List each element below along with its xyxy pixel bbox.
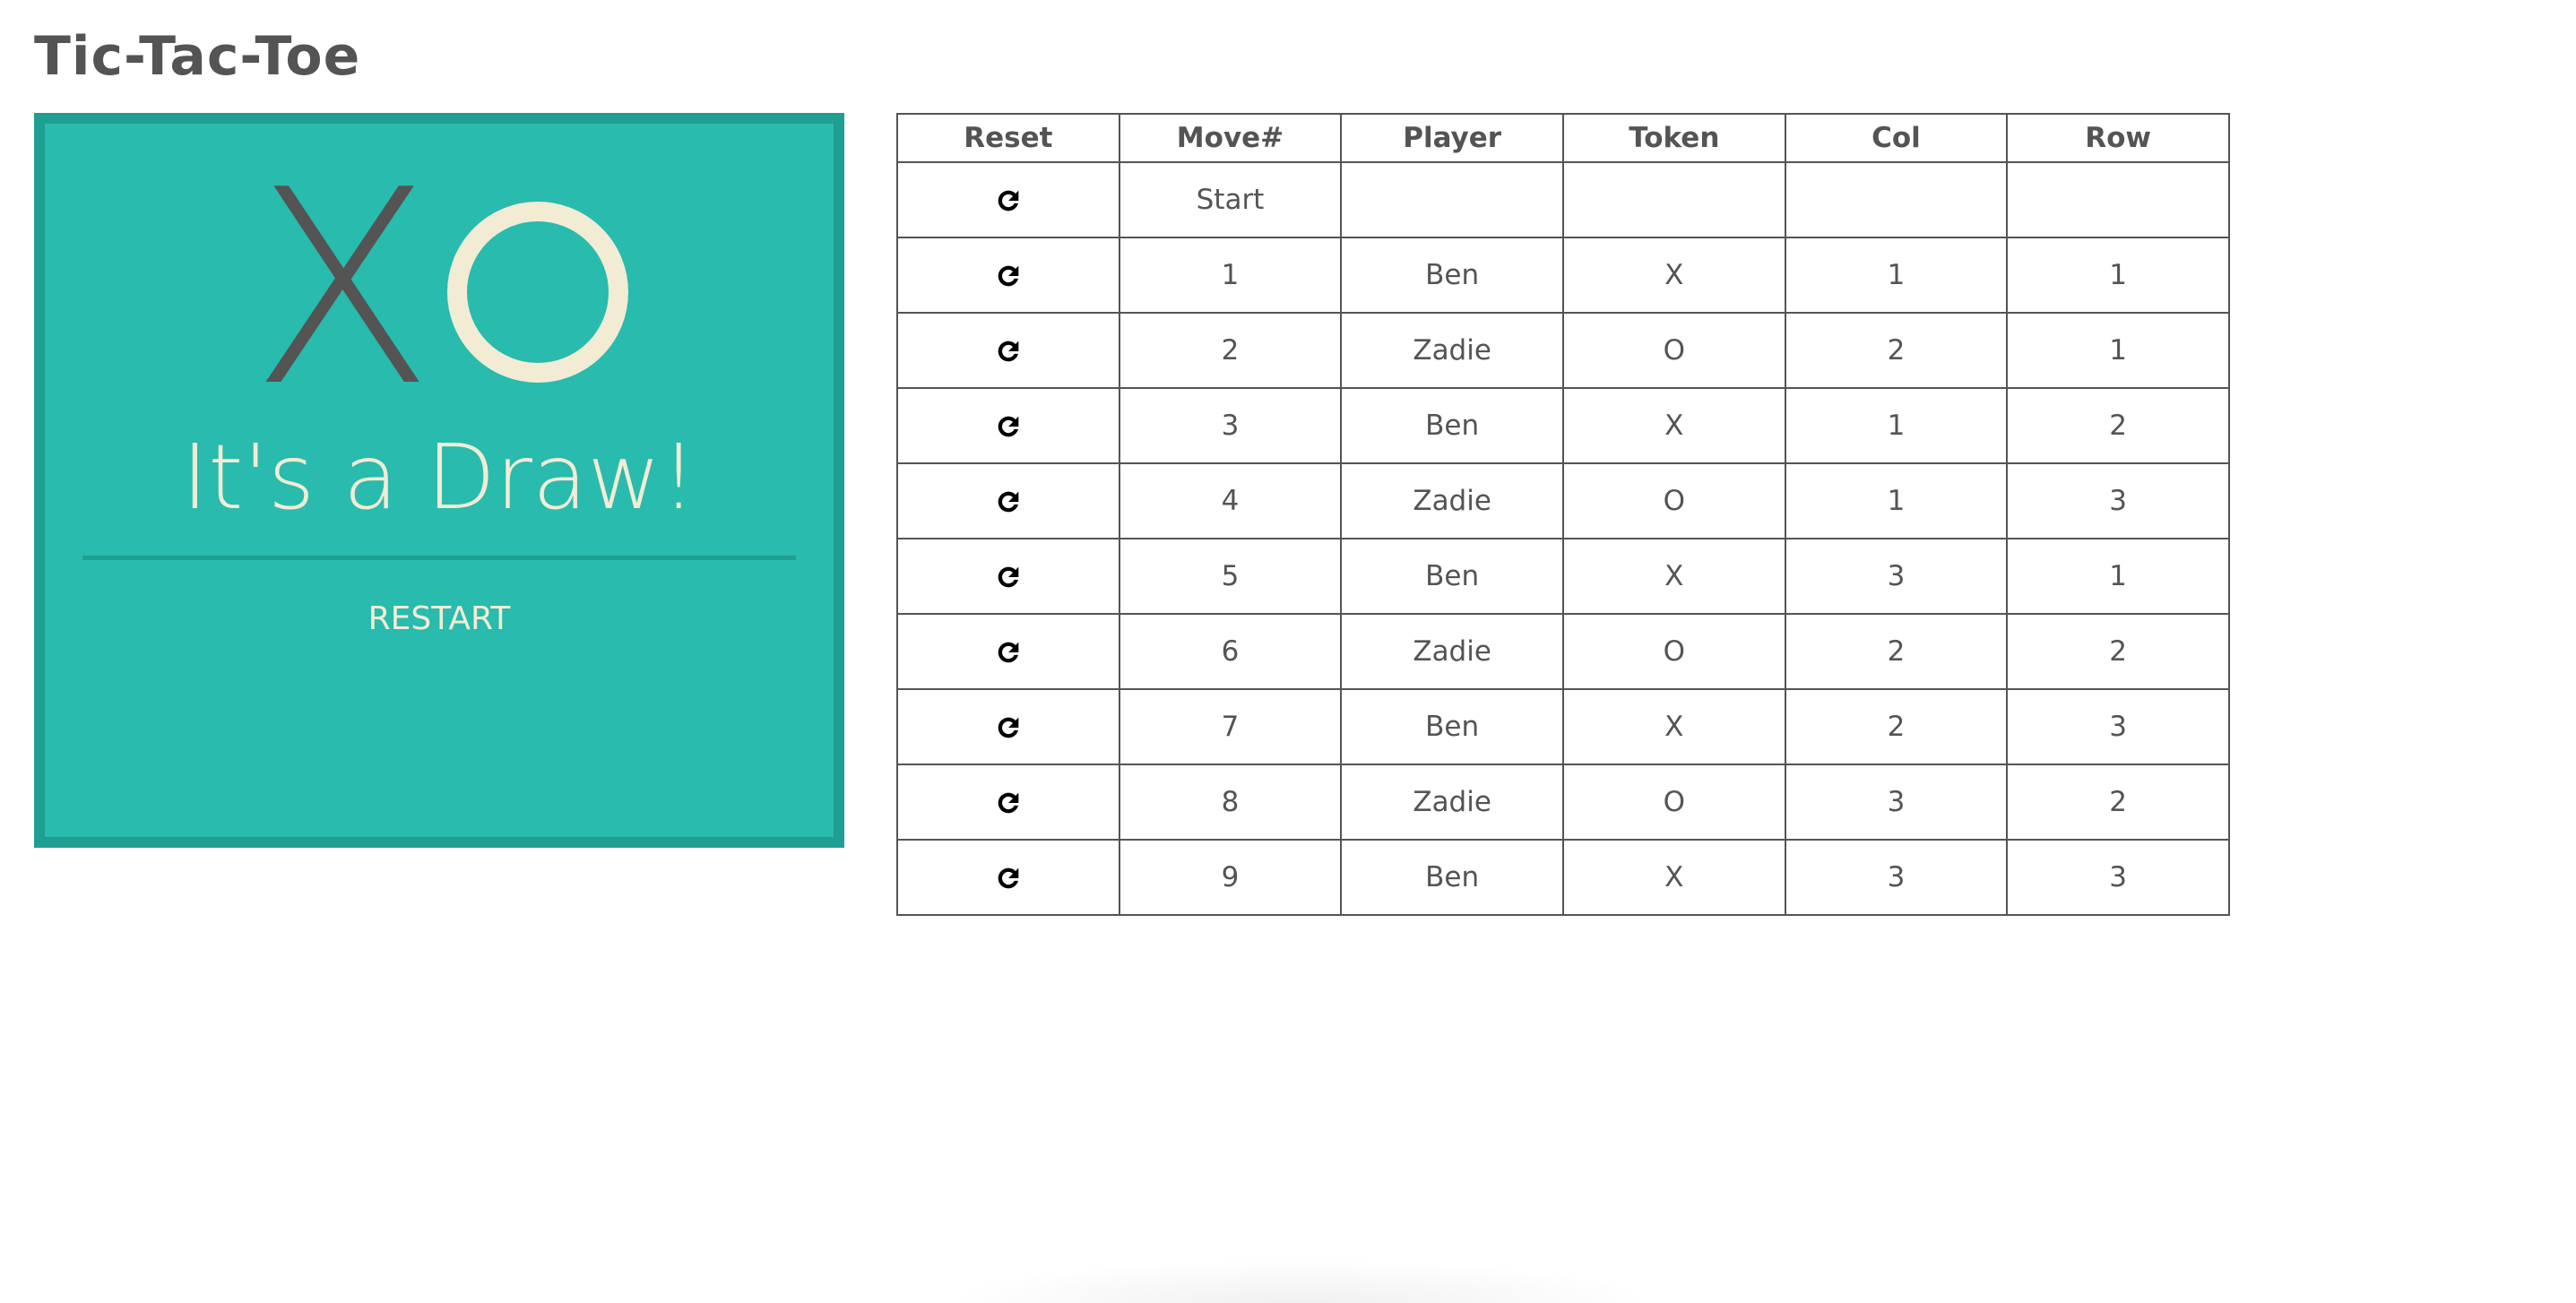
- col-cell: [1784, 161, 2009, 238]
- row-cell: 3: [2006, 462, 2230, 539]
- table-row: 9 Ben X 3 3: [896, 839, 2230, 916]
- token-cell: O: [1561, 462, 1786, 539]
- move-history-table: Reset Move# Player Token Col Row Start 1 B…: [896, 113, 2230, 916]
- table-row: 7 Ben X 2 3: [896, 688, 2230, 765]
- table-row: 5 Ben X 3 1: [896, 538, 2230, 615]
- table-row: 1 Ben X 1 1: [896, 237, 2230, 314]
- reset-cell: [896, 462, 1120, 539]
- token-cell: O: [1561, 613, 1786, 690]
- row-cell: 3: [2006, 688, 2230, 765]
- reset-cell: [896, 538, 1120, 615]
- col-cell: 1: [1784, 387, 2009, 464]
- player-cell: Ben: [1340, 538, 1564, 615]
- col-cell: 2: [1784, 613, 2009, 690]
- row-cell: 2: [2006, 764, 2230, 841]
- token-cell: O: [1561, 312, 1786, 389]
- token-cell: X: [1561, 839, 1786, 916]
- token-cell: O: [1561, 764, 1786, 841]
- redo-icon[interactable]: [993, 788, 1024, 818]
- redo-icon[interactable]: [993, 411, 1024, 442]
- col-cell: 2: [1784, 688, 2009, 765]
- redo-icon[interactable]: [993, 261, 1024, 291]
- header-player: Player: [1340, 113, 1564, 163]
- row-cell: 3: [2006, 839, 2230, 916]
- header-reset: Reset: [896, 113, 1120, 163]
- player-cell: Ben: [1340, 688, 1564, 765]
- player-cell: Zadie: [1340, 613, 1564, 690]
- col-cell: 1: [1784, 462, 2009, 539]
- player-cell: Ben: [1340, 839, 1564, 916]
- page-title: Tic-Tac-Toe: [34, 25, 361, 88]
- reset-cell: [896, 839, 1120, 916]
- row-cell: 1: [2006, 312, 2230, 389]
- x-token: X: [250, 133, 435, 445]
- token-display: X: [45, 133, 834, 445]
- move-cell: 6: [1118, 613, 1343, 690]
- move-cell: 2: [1118, 312, 1343, 389]
- divider: [82, 556, 796, 560]
- move-cell: 8: [1118, 764, 1343, 841]
- o-token: [447, 202, 628, 383]
- row-cell: [2006, 161, 2230, 238]
- redo-icon[interactable]: [993, 562, 1024, 592]
- redo-icon[interactable]: [993, 863, 1024, 893]
- col-cell: 3: [1784, 839, 2009, 916]
- token-cell: X: [1561, 688, 1786, 765]
- col-cell: 2: [1784, 312, 2009, 389]
- move-cell: 5: [1118, 538, 1343, 615]
- result-message: It's a Draw!: [181, 425, 697, 530]
- player-cell: [1340, 161, 1564, 238]
- token-cell: X: [1561, 387, 1786, 464]
- reset-cell: [896, 688, 1120, 765]
- redo-icon[interactable]: [993, 336, 1024, 367]
- row-cell: 2: [2006, 613, 2230, 690]
- redo-icon[interactable]: [993, 186, 1024, 216]
- reset-cell: [896, 613, 1120, 690]
- token-cell: X: [1561, 237, 1786, 314]
- redo-icon[interactable]: [993, 712, 1024, 743]
- col-cell: 3: [1784, 538, 2009, 615]
- player-cell: Zadie: [1340, 764, 1564, 841]
- move-cell: 4: [1118, 462, 1343, 539]
- header-row: Row: [2006, 113, 2230, 163]
- footer-shadow: [941, 1259, 1658, 1303]
- row-cell: 1: [2006, 538, 2230, 615]
- row-cell: 2: [2006, 387, 2230, 464]
- move-cell: 3: [1118, 387, 1343, 464]
- move-cell: 1: [1118, 237, 1343, 314]
- player-cell: Ben: [1340, 237, 1564, 314]
- game-board: X It's a Draw! RESTART: [34, 113, 844, 848]
- col-cell: 1: [1784, 237, 2009, 314]
- table-header-row: Reset Move# Player Token Col Row: [896, 113, 2230, 163]
- player-cell: Ben: [1340, 387, 1564, 464]
- reset-cell: [896, 764, 1120, 841]
- move-cell: 7: [1118, 688, 1343, 765]
- reset-cell: [896, 312, 1120, 389]
- col-cell: 3: [1784, 764, 2009, 841]
- header-token: Token: [1561, 113, 1786, 163]
- table-row: 4 Zadie O 1 3: [896, 462, 2230, 539]
- reset-cell: [896, 237, 1120, 314]
- table-row: Start: [896, 161, 2230, 238]
- table-row: 6 Zadie O 2 2: [896, 613, 2230, 690]
- player-cell: Zadie: [1340, 312, 1564, 389]
- table-body: Start 1 Ben X 1 1 2 Zadie O 2 1 3 Ben X 1 2 4 Zadie O 1 3 5 Be…: [896, 161, 2230, 916]
- reset-cell: [896, 387, 1120, 464]
- table-row: 8 Zadie O 3 2: [896, 764, 2230, 841]
- table-row: 3 Ben X 1 2: [896, 387, 2230, 464]
- move-cell: 9: [1118, 839, 1343, 916]
- table-row: 2 Zadie O 2 1: [896, 312, 2230, 389]
- token-cell: X: [1561, 538, 1786, 615]
- move-cell: Start: [1118, 161, 1343, 238]
- restart-button[interactable]: RESTART: [45, 599, 834, 640]
- reset-cell: [896, 161, 1120, 238]
- player-cell: Zadie: [1340, 462, 1564, 539]
- row-cell: 1: [2006, 237, 2230, 314]
- redo-icon[interactable]: [993, 637, 1024, 668]
- header-move: Move#: [1118, 113, 1343, 163]
- redo-icon[interactable]: [993, 487, 1024, 517]
- token-cell: [1561, 161, 1786, 238]
- header-col: Col: [1784, 113, 2009, 163]
